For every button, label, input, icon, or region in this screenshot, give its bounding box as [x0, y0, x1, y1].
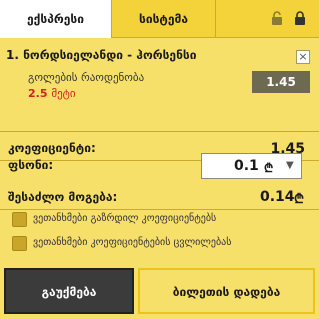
place-bet-button[interactable]: ბილეთის დადება — [138, 268, 315, 314]
accept-odds-changes-checkbox[interactable] — [12, 236, 27, 251]
stake-input[interactable]: 0.1 ₾ ▼ — [201, 153, 302, 179]
bet-item: 1. ნორდსიელანდი - ჰორსენსი × გოლების რაო… — [0, 39, 319, 132]
accept-higher-odds-label[interactable]: ვეთანხმები გაზრდილ კოეფიციენტებს — [33, 213, 216, 224]
line-unit: მეტი — [51, 87, 76, 100]
stake-value[interactable]: 0.1 — [234, 158, 259, 174]
lock-icon[interactable] — [294, 11, 306, 25]
accept-higher-odds-checkbox[interactable] — [12, 212, 27, 227]
potential-win-value: 0.14 — [260, 189, 295, 205]
bet-title: 1. ნორდსიელანდი - ჰორსენსი — [6, 48, 196, 62]
lari-icon: ₾ — [294, 192, 305, 207]
unlock-icon[interactable] — [271, 11, 283, 25]
market-name: გოლების რაოდენობა — [28, 71, 145, 84]
bet-type-tabs: ექსპრესი სისტემა — [0, 0, 319, 38]
potential-win-row: შესაძლო მოგება: 0.14 ₾ — [0, 184, 319, 210]
market-line: 2.5 მეტი — [28, 87, 76, 100]
potential-win-label: შესაძლო მოგება: — [8, 190, 118, 204]
tab-express[interactable]: ექსპრესი — [0, 0, 112, 38]
tab-system[interactable]: სისტემა — [112, 0, 216, 38]
chevron-down-icon[interactable]: ▼ — [286, 160, 294, 171]
odds-badge: 1.45 — [252, 71, 310, 93]
stake-label: ფსონი: — [8, 158, 54, 172]
lari-icon: ₾ — [264, 161, 274, 175]
remove-bet-button[interactable]: × — [296, 50, 310, 64]
stake-row: ფსონი: 0.1 ₾ ▼ — [0, 144, 319, 184]
event-name: ნორდსიელანდი - ჰორსენსი — [23, 48, 197, 62]
cancel-button[interactable]: გაუქმება — [4, 268, 134, 314]
bet-number: 1. — [6, 48, 19, 62]
accept-odds-changes-label[interactable]: ვეთანხმები კოეფიციენტების ცვლილებას — [33, 237, 231, 248]
line-value: 2.5 — [28, 87, 48, 100]
